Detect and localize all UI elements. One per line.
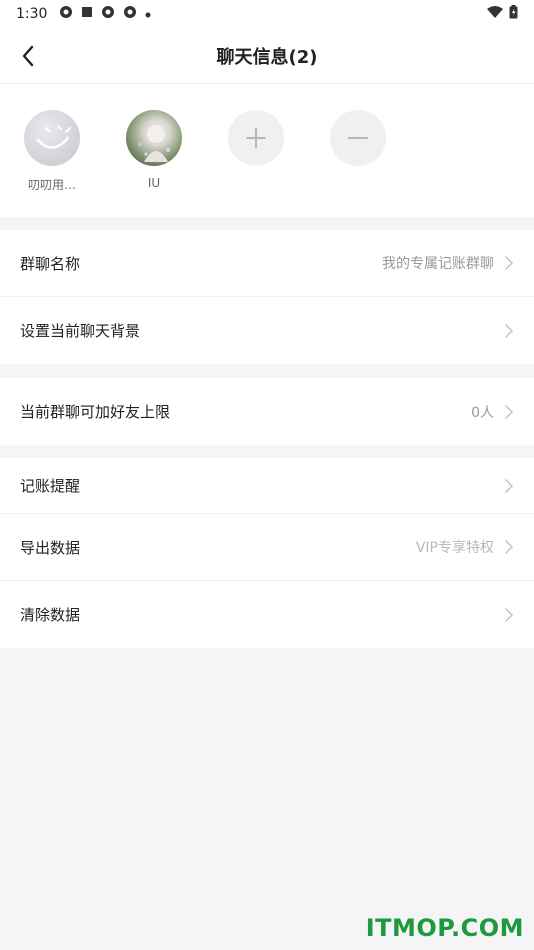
row-label: 群聊名称: [20, 254, 81, 273]
app-notification-icon: [123, 5, 137, 23]
row-value: VIP专享特权: [415, 540, 494, 556]
member-item[interactable]: IU: [126, 110, 182, 190]
watermark-logo: ITMOP.COM: [365, 914, 524, 942]
minus-icon: [348, 137, 368, 139]
row-value: 我的专属记账群聊: [382, 256, 494, 272]
photo-avatar: [126, 110, 182, 166]
app-notification-icon: [59, 5, 73, 23]
friend-limit-row[interactable]: 当前群聊可加好友上限 0人: [0, 378, 534, 445]
chevron-right-icon: [505, 323, 513, 338]
member-name: IU: [147, 176, 161, 190]
member-name: 叨叨用…: [27, 178, 76, 192]
row-value: 0人: [471, 404, 494, 421]
row-label: 导出数据: [20, 538, 81, 557]
app-notification-icon: [101, 5, 115, 23]
chevron-right-icon: [505, 607, 513, 622]
status-bar: 1:30: [0, 0, 534, 28]
battery-icon: [509, 5, 518, 23]
back-button[interactable]: [14, 42, 42, 70]
page-title: 聊天信息(2): [216, 46, 318, 68]
row-label: 当前群聊可加好友上限: [20, 403, 171, 421]
settings-group: 群聊名称 我的专属记账群聊 设置当前聊天背景: [0, 230, 534, 364]
bookkeeping-reminder-row[interactable]: 记账提醒: [0, 458, 534, 514]
chevron-right-icon: [505, 478, 513, 493]
status-right: [487, 5, 518, 23]
back-arrow-icon: [22, 45, 34, 67]
smile-avatar: [24, 110, 80, 166]
row-label: 设置当前聊天背景: [20, 322, 141, 340]
row-label: 记账提醒: [20, 477, 81, 495]
settings-group: 记账提醒 导出数据 VIP专享特权 清除数据: [0, 458, 534, 648]
row-label: 清除数据: [20, 606, 81, 624]
clear-data-row[interactable]: 清除数据: [0, 581, 534, 648]
members-section: 叨叨用… IU: [0, 84, 534, 217]
settings-group: 当前群聊可加好友上限 0人: [0, 378, 534, 445]
nav-bar: 聊天信息(2): [0, 28, 534, 84]
add-member-button[interactable]: [228, 110, 284, 166]
chevron-right-icon: [505, 540, 513, 554]
wifi-icon: [487, 6, 503, 22]
group-name-row[interactable]: 群聊名称 我的专属记账群聊: [0, 230, 534, 297]
chevron-right-icon: [505, 256, 513, 270]
chevron-right-icon: [505, 404, 513, 419]
export-data-row[interactable]: 导出数据 VIP专享特权: [0, 514, 534, 581]
member-item[interactable]: 叨叨用…: [24, 110, 80, 193]
plus-icon: [246, 128, 266, 148]
dot-icon: [145, 7, 151, 22]
remove-member-button[interactable]: [330, 110, 386, 166]
chat-background-row[interactable]: 设置当前聊天背景: [0, 297, 534, 364]
square-icon: [81, 6, 93, 22]
status-time: 1:30: [16, 6, 48, 22]
